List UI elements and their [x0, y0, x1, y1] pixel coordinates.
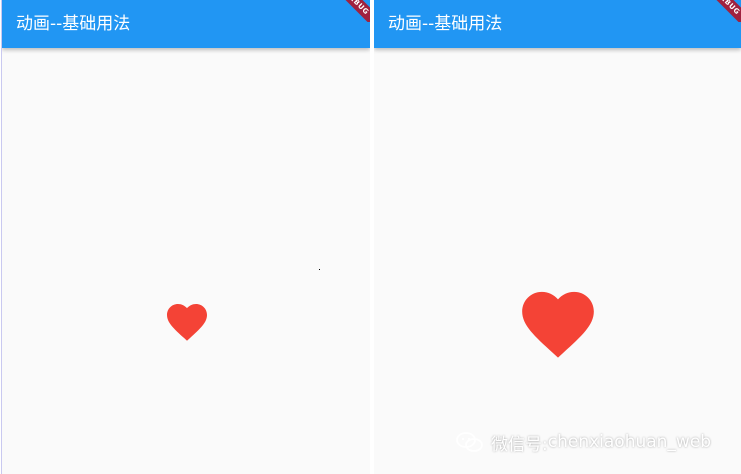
wechat-watermark: 微信号: chenxiaohuan_web — [455, 430, 712, 455]
app-bar: 动画--基础用法 — [374, 0, 741, 48]
app-bar: 动画--基础用法 — [2, 0, 370, 48]
heart-icon — [167, 304, 207, 341]
debug-banner-label: DEBUG — [332, 0, 370, 22]
debug-banner-label: DEBUG — [703, 0, 741, 22]
page-title: 动画--基础用法 — [16, 14, 131, 34]
page-title: 动画--基础用法 — [388, 14, 503, 34]
debug-banner: DEBUG — [701, 0, 741, 22]
debug-banner: DEBUG — [330, 0, 370, 22]
stray-pixel — [319, 269, 320, 270]
wechat-icon — [456, 432, 483, 452]
right-phone-screen: 动画--基础用法 DEBUG — [374, 0, 741, 474]
heart-icon — [522, 291, 594, 358]
left-phone-screen: 动画--基础用法 DEBUG — [1, 0, 370, 474]
watermark-account: chenxiaohuan_web — [547, 432, 712, 452]
watermark-prefix: 微信号: — [491, 434, 548, 455]
